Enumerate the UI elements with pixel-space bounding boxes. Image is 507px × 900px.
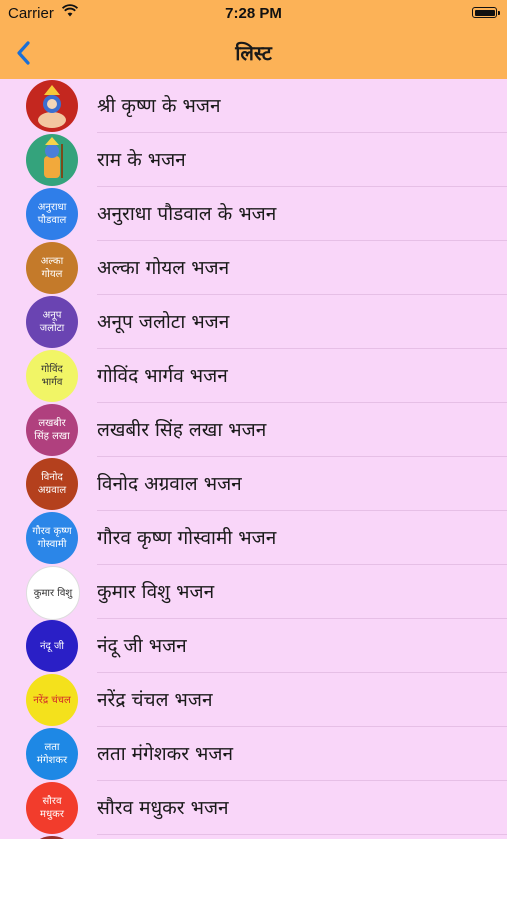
avatar — [26, 80, 78, 132]
list-item[interactable]: नरेंद्र चंचल नरेंद्र चंचल भजन — [0, 673, 507, 727]
avatar-text: अनुराधा पौडवाल — [37, 202, 67, 226]
avatar: नरेंद्र चंचल — [26, 674, 78, 726]
avatar-text: अनूप जलोटा — [39, 310, 65, 334]
avatar-text: नरेंद्र चंचल — [33, 694, 71, 706]
ram-figure-icon — [44, 137, 63, 178]
list-item[interactable]: अनूप जलोटा अनूप जलोटा भजन — [0, 295, 507, 349]
list-item-label: श्री कृष्ण के भजन — [97, 95, 221, 117]
avatar: लता मंगेशकर — [26, 728, 78, 780]
avatar: अनुराधा पौडवाल — [26, 188, 78, 240]
navigation-bar: लिस्ट — [0, 27, 507, 79]
list-item-label: कुमार विशु भजन — [97, 581, 215, 603]
avatar-text: सौरव मधुकर — [40, 796, 64, 820]
battery-icon — [472, 7, 500, 18]
avatar-text: गौरव कृष्ण गोस्वामी — [32, 526, 72, 550]
clock: 7:28 PM — [225, 5, 282, 22]
list-item-label: राम के भजन — [97, 149, 186, 171]
list-item-label: लता मंगेशकर भजन — [97, 743, 234, 765]
list-item-label: अल्का गोयल भजन — [97, 257, 230, 279]
avatar-text: अल्का गोयल — [40, 256, 64, 280]
list-item-label: नंदू जी भजन — [97, 635, 187, 657]
avatar: गोविंद भार्गव — [26, 350, 78, 402]
list-item[interactable]: अनुराधा पौडवाल अनुराधा पौडवाल के भजन — [0, 187, 507, 241]
avatar: गौरव कृष्ण गोस्वामी — [26, 512, 78, 564]
bhajan-list[interactable]: श्री कृष्ण के भजन राम के भजन अनुराधा पौडवा… — [0, 79, 507, 839]
avatar: नंदू जी — [26, 620, 78, 672]
list-item[interactable]: अल्का गोयल अल्का गोयल भजन — [0, 241, 507, 295]
avatar: लखबीर सिंह लखा — [26, 404, 78, 456]
list-item[interactable]: सौरव मधुकर सौरव मधुकर भजन — [0, 781, 507, 835]
avatar-text: लता मंगेशकर — [36, 742, 68, 766]
list-item-label: विनोद अग्रवाल भजन — [97, 473, 242, 495]
list-item-label: लखबीर सिंह लखा भजन — [97, 419, 267, 441]
list-item[interactable]: गोविंद भार्गव गोविंद भार्गव भजन — [0, 349, 507, 403]
avatar: विनोद अग्रवाल — [26, 458, 78, 510]
list-item-label: नरेंद्र चंचल भजन — [97, 689, 213, 711]
list-item-label: सौरव मधुकर भजन — [97, 797, 229, 819]
list-item-label: गौरव कृष्ण गोस्वामी भजन — [97, 527, 277, 549]
list-item[interactable]: लखबीर सिंह लखा लखबीर सिंह लखा भजन — [0, 403, 507, 457]
page-title: लिस्ट — [235, 41, 272, 65]
list-item-label: गोविंद भार्गव भजन — [97, 365, 228, 387]
list-item[interactable]: श्री कृष्ण के भजन — [0, 79, 507, 133]
avatar-text: कुमार विशु — [33, 587, 73, 599]
krishna-figure-icon — [38, 85, 66, 128]
list-item[interactable]: कुमार विशु कुमार विशु भजन — [0, 565, 507, 620]
avatar-text: गोविंद भार्गव — [41, 364, 63, 388]
avatar: कुमार विशु — [26, 566, 80, 620]
avatar: अनूप जलोटा — [26, 296, 78, 348]
list-item[interactable]: नंदू जी नंदू जी भजन — [0, 619, 507, 673]
avatar: सौरव मधुकर — [26, 782, 78, 834]
list-item-label: अनुराधा पौडवाल के भजन — [97, 203, 277, 225]
list-item[interactable]: राम के भजन — [0, 133, 507, 187]
bottom-blank-area — [0, 839, 507, 900]
avatar-text: नंदू जी — [39, 640, 65, 652]
avatar — [26, 134, 78, 186]
avatar-text: विनोद अग्रवाल — [37, 472, 67, 496]
list-item-label: अनूप जलोटा भजन — [97, 311, 230, 333]
list-item[interactable]: गौरव कृष्ण गोस्वामी गौरव कृष्ण गोस्वामी भ… — [0, 511, 507, 565]
list-item[interactable]: लता मंगेशकर लता मंगेशकर भजन — [0, 727, 507, 781]
status-bar: Carrier 7:28 PM — [0, 0, 507, 27]
avatar: अल्का गोयल — [26, 242, 78, 294]
avatar-text: लखबीर सिंह लखा — [34, 418, 70, 442]
list-item[interactable]: विनोद अग्रवाल विनोद अग्रवाल भजन — [0, 457, 507, 511]
